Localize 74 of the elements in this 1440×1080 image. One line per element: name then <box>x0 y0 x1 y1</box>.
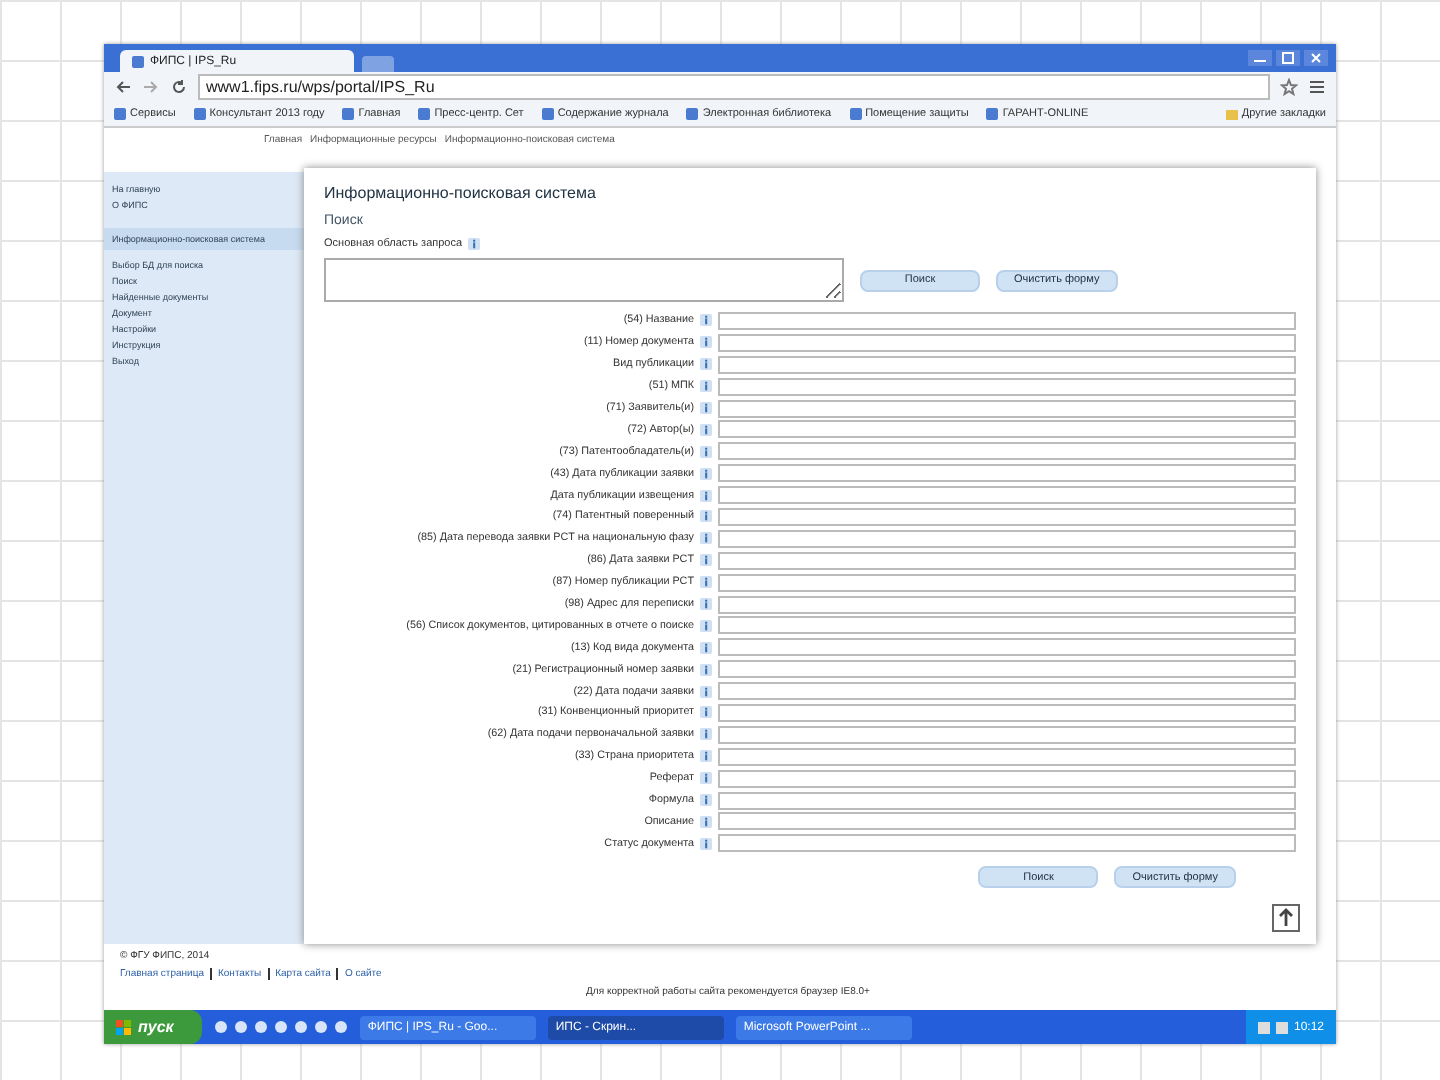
info-icon[interactable] <box>700 663 712 676</box>
info-icon[interactable] <box>700 445 712 458</box>
input-field[interactable] <box>718 595 1296 614</box>
info-icon[interactable] <box>700 598 712 611</box>
input-field[interactable] <box>718 725 1296 744</box>
input-field[interactable] <box>718 311 1296 330</box>
input-field[interactable] <box>718 769 1296 788</box>
page-icon <box>418 108 431 120</box>
info-icon[interactable] <box>700 706 712 719</box>
input-field[interactable] <box>718 333 1296 352</box>
info-icon[interactable] <box>700 728 712 741</box>
input-field[interactable] <box>718 355 1296 374</box>
star-icon[interactable] <box>1280 78 1298 96</box>
input-field[interactable] <box>718 812 1296 831</box>
info-icon[interactable] <box>700 336 712 349</box>
info-icon[interactable] <box>700 576 712 589</box>
input-field[interactable] <box>718 660 1296 679</box>
input-field[interactable] <box>718 464 1296 483</box>
windows-logo-icon <box>116 1019 132 1035</box>
info-icon[interactable] <box>700 685 712 698</box>
input-field[interactable] <box>718 834 1296 853</box>
input-field[interactable] <box>718 551 1296 570</box>
query-field[interactable] <box>324 258 844 302</box>
input-field[interactable] <box>718 703 1296 722</box>
input-field[interactable] <box>718 399 1296 417</box>
reload-icon[interactable] <box>170 78 188 96</box>
info-icon[interactable] <box>700 489 712 502</box>
info-icon[interactable] <box>700 402 712 414</box>
page-icon <box>342 108 355 120</box>
page-icon <box>541 108 554 120</box>
maximize-icon[interactable] <box>1276 50 1300 66</box>
page-icon <box>986 108 999 120</box>
page-icon <box>849 108 862 120</box>
input-field[interactable] <box>718 791 1296 810</box>
input-field[interactable] <box>718 486 1296 505</box>
back-icon[interactable] <box>114 78 132 96</box>
close-icon[interactable] <box>1304 50 1328 66</box>
info-icon[interactable] <box>700 619 712 632</box>
info-icon[interactable] <box>700 794 712 807</box>
info-icon[interactable] <box>700 467 712 480</box>
info-icon[interactable] <box>700 358 712 371</box>
page-icon <box>132 55 144 67</box>
info-icon[interactable] <box>700 772 712 785</box>
info-icon[interactable] <box>468 238 481 250</box>
minimize-icon[interactable] <box>1248 50 1272 66</box>
address-bar[interactable]: www1.fips.ru/wps/portal/IPS_Ru <box>198 74 1270 100</box>
info-icon[interactable] <box>700 510 712 523</box>
input-field[interactable] <box>718 507 1296 526</box>
input-field[interactable] <box>718 573 1296 592</box>
info-icon[interactable] <box>700 554 712 567</box>
input-field[interactable] <box>718 616 1296 635</box>
page-icon <box>686 108 699 120</box>
info-icon[interactable] <box>700 380 712 393</box>
menu-icon[interactable] <box>1308 78 1326 96</box>
info-icon[interactable] <box>700 837 712 850</box>
input-field[interactable] <box>718 529 1296 548</box>
input-field[interactable] <box>718 682 1296 701</box>
start-button[interactable]: пуск <box>104 1010 202 1044</box>
page-icon <box>114 108 126 120</box>
panel-title: Информационно-поисковая система <box>324 184 598 202</box>
page-icon <box>193 108 206 120</box>
info-icon[interactable] <box>700 815 712 828</box>
input-field[interactable] <box>718 442 1296 461</box>
info-icon[interactable] <box>700 532 712 545</box>
folder-icon <box>1225 108 1238 120</box>
input-field[interactable] <box>718 747 1296 766</box>
input-field[interactable] <box>718 377 1296 396</box>
info-icon[interactable] <box>700 314 712 327</box>
info-icon[interactable] <box>700 750 712 763</box>
input-field[interactable] <box>718 638 1296 657</box>
scroll-up-icon[interactable] <box>1272 904 1300 932</box>
input-field[interactable] <box>718 420 1296 439</box>
info-icon[interactable] <box>700 641 712 654</box>
info-icon[interactable] <box>700 423 712 436</box>
